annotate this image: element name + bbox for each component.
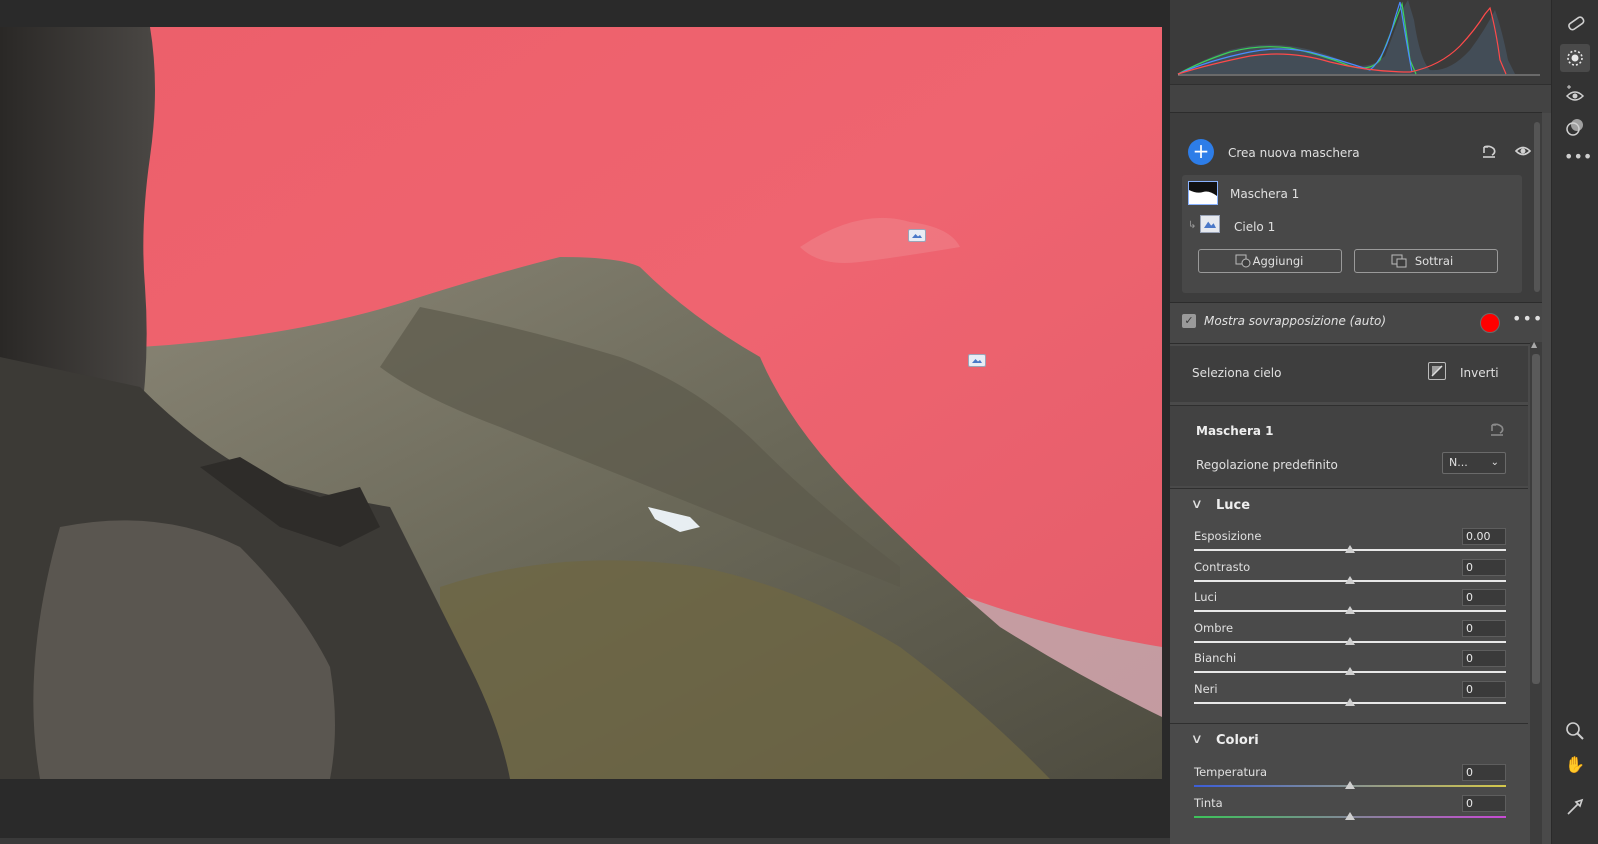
create-mask-button[interactable]: +: [1188, 139, 1214, 165]
scrollbar-thumb[interactable]: [1532, 354, 1540, 684]
sky-selection-row: Seleziona cielo Inverti: [1170, 346, 1528, 402]
mask-name: Maschera 1: [1196, 424, 1274, 438]
create-mask-label[interactable]: Crea nuova maschera: [1228, 146, 1360, 160]
more-icon[interactable]: •••: [1564, 146, 1592, 168]
sky-component-label[interactable]: Cielo 1: [1234, 220, 1275, 234]
histogram: [1170, 0, 1551, 84]
slider-value-input[interactable]: 0: [1462, 794, 1506, 812]
sky-mask-pin-2[interactable]: [968, 354, 986, 367]
add-button-label: Aggiungi: [1252, 254, 1304, 268]
reset-icon[interactable]: [1488, 420, 1506, 438]
undo-icon[interactable]: [1480, 142, 1498, 160]
child-arrow-icon: ↳: [1188, 220, 1197, 231]
slider-row: Contrasto 0: [1170, 558, 1528, 588]
image-canvas[interactable]: [0, 0, 1170, 844]
slider-label: Esposizione: [1194, 529, 1262, 543]
slider-label: Bianchi: [1194, 651, 1237, 665]
mask-list: Maschera 1 ↳ Cielo 1 Aggiungi Sottrai: [1182, 175, 1522, 293]
slider-value-input[interactable]: 0.00: [1462, 528, 1506, 545]
overlay-checkbox[interactable]: ✓: [1182, 314, 1196, 328]
presets-icon[interactable]: [1564, 116, 1586, 138]
slider-label: Luci: [1194, 590, 1218, 604]
masking-panel: + Crea nuova maschera Maschera 1 ↳ Cielo…: [1170, 0, 1551, 844]
mask-thumbnail[interactable]: [1188, 181, 1218, 205]
slider-thumb[interactable]: [1345, 781, 1355, 789]
slider-thumb[interactable]: [1345, 636, 1355, 645]
photo-with-sky-mask: [0, 27, 1162, 779]
slider-thumb[interactable]: [1345, 697, 1355, 706]
masking-icon[interactable]: [1560, 44, 1590, 72]
slider-row: Neri 0: [1170, 680, 1528, 710]
slider-label: Neri: [1194, 681, 1218, 696]
photo-preview[interactable]: [0, 27, 1162, 779]
healing-icon[interactable]: [1564, 12, 1586, 34]
chevron-down-icon: ⌄: [1490, 457, 1499, 468]
sky-component-icon[interactable]: [1200, 215, 1220, 233]
eye-icon[interactable]: [1514, 142, 1532, 160]
slider-value-input[interactable]: 0: [1462, 558, 1506, 576]
status-bar: [0, 838, 1170, 844]
sky-mask-pin-1[interactable]: [908, 229, 926, 242]
slider-thumb[interactable]: [1345, 575, 1355, 584]
preset-value: N...: [1449, 456, 1468, 469]
add-button[interactable]: Aggiungi: [1198, 249, 1342, 273]
slider-row: Esposizione 0.00: [1170, 527, 1528, 557]
mask-item-label[interactable]: Maschera 1: [1230, 187, 1299, 201]
slider-thumb[interactable]: [1345, 545, 1355, 553]
slider-thumb[interactable]: [1345, 606, 1355, 614]
overlay-row: ✓ Mostra sovrapposizione (auto) •••: [1170, 302, 1542, 344]
preset-dropdown[interactable]: N... ⌄: [1442, 452, 1506, 474]
zoom-icon[interactable]: [1564, 720, 1586, 742]
slider-value-input[interactable]: 0: [1462, 650, 1506, 667]
slider-label: Contrasto: [1194, 559, 1251, 574]
slider-row: Temperatura 0: [1170, 763, 1528, 793]
sampler-icon[interactable]: [1564, 796, 1586, 818]
slider-row: Ombre 0: [1170, 619, 1528, 649]
histogram-info-bar: [1170, 84, 1551, 113]
section-title: Colori: [1216, 733, 1259, 748]
section-colori[interactable]: ∨ Colori: [1170, 723, 1528, 758]
slider-row: Tinta 0: [1170, 794, 1528, 824]
panel-scrollbar[interactable]: ▲: [1530, 340, 1542, 844]
invert-icon[interactable]: [1428, 362, 1446, 380]
add-mask-icon: [1235, 254, 1251, 268]
slider-label: Tinta: [1194, 795, 1223, 810]
slider-label: Temperatura: [1194, 765, 1268, 779]
more-icon[interactable]: •••: [1512, 309, 1543, 328]
subtract-mask-icon: [1391, 254, 1407, 268]
chevron-down-icon: ∨: [1190, 497, 1203, 512]
slider-value-input[interactable]: 0: [1462, 589, 1506, 606]
mask-settings: Maschera 1 Regolazione predefinito N... …: [1170, 405, 1528, 486]
slider-value-input[interactable]: 0: [1462, 619, 1506, 637]
scroll-up-icon[interactable]: ▲: [1531, 340, 1537, 349]
slider-thumb[interactable]: [1345, 811, 1355, 820]
slider-value-input[interactable]: 0: [1462, 680, 1506, 698]
subtract-button-label: Sottrai: [1414, 254, 1454, 268]
slider-value-input[interactable]: 0: [1462, 764, 1506, 781]
section-title: Luce: [1216, 498, 1251, 513]
chevron-down-icon: ∨: [1190, 732, 1203, 747]
slider-row: Luci 0: [1170, 588, 1528, 618]
hand-icon[interactable]: ✋: [1564, 754, 1586, 776]
invert-button[interactable]: Inverti: [1460, 366, 1499, 380]
subtract-button[interactable]: Sottrai: [1354, 249, 1498, 273]
masks-list-panel: + Crea nuova maschera Maschera 1 ↳ Cielo…: [1170, 112, 1542, 303]
slider-thumb[interactable]: [1345, 667, 1355, 675]
section-luce[interactable]: ∨ Luce: [1170, 488, 1528, 523]
right-toolbar: ••• ✋: [1551, 0, 1598, 844]
overlay-label[interactable]: Mostra sovrapposizione (auto): [1204, 314, 1386, 328]
mask-list-scrollbar[interactable]: [1534, 122, 1540, 292]
overlay-color-swatch[interactable]: [1480, 313, 1500, 333]
red-eye-icon[interactable]: [1564, 84, 1586, 106]
preset-label: Regolazione predefinito: [1196, 458, 1338, 472]
slider-label: Ombre: [1194, 620, 1234, 635]
select-sky-label: Seleziona cielo: [1192, 366, 1282, 380]
slider-row: Bianchi 0: [1170, 649, 1528, 679]
